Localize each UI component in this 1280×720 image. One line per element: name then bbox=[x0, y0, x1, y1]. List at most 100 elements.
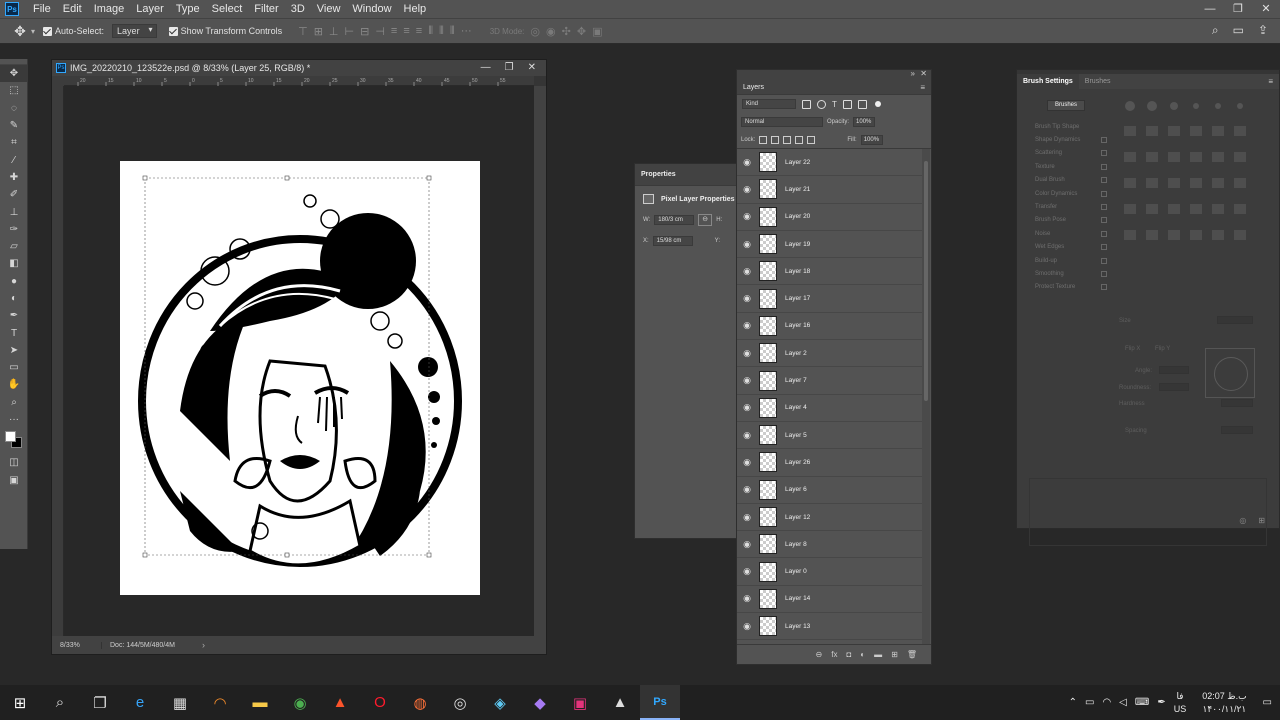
document-titlebar[interactable]: Ps IMG_20220210_123522e.psd @ 8/33% (Lay… bbox=[52, 60, 546, 76]
align-bottom-icon[interactable]: ⊥ bbox=[329, 25, 339, 38]
file-explorer-icon[interactable]: ▬ bbox=[240, 685, 280, 720]
horizontal-ruler[interactable]: 20 15 10 5 0 5 10 15 20 25 30 35 40 45 5… bbox=[64, 76, 534, 86]
photoshop-icon[interactable]: Ps bbox=[640, 685, 680, 720]
spacing-field[interactable] bbox=[1221, 426, 1253, 434]
layer-name[interactable]: Layer 8 bbox=[785, 541, 807, 548]
layer-row[interactable]: ◉ Layer 4 bbox=[737, 395, 923, 422]
layer-row[interactable]: ◉ Layer 18 bbox=[737, 258, 923, 286]
filter-smart-object-icon[interactable] bbox=[857, 99, 867, 109]
scale-icon[interactable]: ▣ bbox=[592, 25, 602, 38]
distribute-left-icon[interactable]: ⦀ bbox=[428, 25, 433, 38]
new-layer-icon[interactable]: ⊞ bbox=[891, 650, 898, 659]
layer-name[interactable]: Layer 4 bbox=[785, 404, 807, 411]
share-icon[interactable]: ⇪ bbox=[1258, 23, 1268, 38]
layer-row[interactable]: ◉ Layer 12 bbox=[737, 504, 923, 532]
orbit-icon[interactable]: ◎ bbox=[530, 25, 540, 38]
opera-icon[interactable]: O bbox=[360, 685, 400, 720]
distribute-hcenter-icon[interactable]: ⦀ bbox=[439, 25, 444, 38]
type-icon[interactable]: T bbox=[0, 324, 28, 341]
eye-icon[interactable]: ◉ bbox=[737, 320, 757, 331]
menu-edit[interactable]: Edit bbox=[57, 0, 88, 18]
crop-icon[interactable]: ⌗ bbox=[0, 134, 28, 151]
eye-icon[interactable]: ◉ bbox=[737, 211, 757, 222]
brush-tip-grid[interactable] bbox=[1121, 98, 1251, 258]
layer-row[interactable]: ◉ Layer 2 bbox=[737, 340, 923, 368]
move-tool-icon[interactable]: ✥ bbox=[12, 23, 28, 39]
fill-field[interactable]: 100% bbox=[860, 134, 883, 145]
clock[interactable]: 02:07 ب.ظ ۱۴۰۰/۱۱/۲۱ bbox=[1202, 690, 1246, 716]
brush-icon[interactable]: ✐ bbox=[0, 186, 28, 203]
eyedropper-icon[interactable]: ⁄ bbox=[0, 151, 28, 168]
foreground-color-swatch[interactable] bbox=[5, 431, 16, 443]
layer-row[interactable]: ◉ Layer 17 bbox=[737, 285, 923, 313]
healing-icon[interactable]: ✚ bbox=[0, 169, 28, 186]
distribute-vcenter-icon[interactable]: ≡ bbox=[403, 25, 409, 38]
toggle-preview-icon[interactable]: ◎ bbox=[1239, 516, 1246, 525]
mask-icon[interactable]: ◘ bbox=[846, 650, 851, 659]
chevron-up-icon[interactable]: ⌃ bbox=[1069, 697, 1077, 708]
brush-option[interactable]: Noise bbox=[1025, 227, 1111, 240]
hand-icon[interactable]: ✋ bbox=[0, 376, 28, 393]
zoom-icon[interactable]: ⌕ bbox=[0, 394, 28, 411]
history-brush-icon[interactable]: ✑ bbox=[0, 221, 28, 238]
align-right-icon[interactable]: ⊣ bbox=[375, 25, 385, 38]
layer-name[interactable]: Layer 0 bbox=[785, 568, 807, 575]
edge-icon[interactable]: e bbox=[120, 685, 160, 720]
notification-icon[interactable]: ▭ bbox=[1263, 697, 1272, 708]
flip-x-label[interactable]: Flip X bbox=[1125, 346, 1140, 352]
visual-studio-icon[interactable]: ◆ bbox=[520, 685, 560, 720]
brush-panel-menu-icon[interactable]: ≡ bbox=[1268, 77, 1273, 86]
more-options-icon[interactable]: ··· bbox=[461, 25, 472, 38]
layer-row[interactable]: ◉ Layer 14 bbox=[737, 586, 923, 614]
menu-layer[interactable]: Layer bbox=[130, 0, 170, 18]
layer-row[interactable]: ◉ Layer 20 bbox=[737, 204, 923, 231]
doc-minimize-button[interactable]: — bbox=[481, 60, 491, 76]
chrome-icon[interactable]: ◉ bbox=[280, 685, 320, 720]
brush-option[interactable]: Texture bbox=[1025, 160, 1111, 173]
layer-name[interactable]: Layer 6 bbox=[785, 486, 807, 493]
eye-icon[interactable]: ◉ bbox=[737, 430, 757, 441]
layer-row[interactable]: ◉ Layer 13 bbox=[737, 613, 923, 641]
eraser-icon[interactable]: ▱ bbox=[0, 238, 28, 255]
link-layers-icon[interactable]: ⊖ bbox=[816, 650, 823, 659]
calculator-icon[interactable]: ▦ bbox=[160, 685, 200, 720]
blend-mode-dropdown[interactable]: Normal bbox=[741, 117, 823, 127]
eye-icon[interactable]: ◉ bbox=[737, 539, 757, 550]
workspace-icon[interactable]: ▭ bbox=[1233, 23, 1244, 38]
vertical-scrollbar[interactable] bbox=[534, 86, 546, 636]
quick-select-icon[interactable]: ✎ bbox=[0, 117, 28, 134]
search-icon[interactable]: ⌕ bbox=[40, 685, 80, 720]
layers-scrollbar[interactable] bbox=[922, 149, 930, 646]
brush-option[interactable]: Transfer bbox=[1025, 200, 1111, 213]
menu-window[interactable]: Window bbox=[346, 0, 397, 18]
roundness-field[interactable] bbox=[1159, 383, 1189, 391]
menu-select[interactable]: Select bbox=[206, 0, 249, 18]
distribute-top-icon[interactable]: ≡ bbox=[391, 25, 397, 38]
blur-icon[interactable]: ● bbox=[0, 273, 28, 290]
lasso-icon[interactable]: ◌ bbox=[0, 100, 28, 117]
move-icon[interactable]: ✥ bbox=[0, 65, 28, 83]
zoom-level[interactable]: 8/33% bbox=[52, 641, 102, 649]
lock-all-icon[interactable] bbox=[807, 135, 816, 144]
language-indicator[interactable]: فا US bbox=[1174, 690, 1187, 716]
brushes-button[interactable]: Brushes bbox=[1047, 100, 1085, 111]
layer-name[interactable]: Layer 7 bbox=[785, 377, 807, 384]
layer-name[interactable]: Layer 21 bbox=[785, 186, 810, 193]
path-select-icon[interactable]: ➤ bbox=[0, 342, 28, 359]
brush-option[interactable]: Protect Texture bbox=[1025, 281, 1111, 294]
slide-icon[interactable]: ✥ bbox=[577, 25, 586, 38]
x-field[interactable]: 15/98 cm bbox=[652, 236, 693, 246]
lock-transparent-icon[interactable] bbox=[759, 135, 768, 144]
app-icon[interactable]: ◠ bbox=[200, 685, 240, 720]
layer-name[interactable]: Layer 22 bbox=[785, 159, 810, 166]
hardness-field[interactable] bbox=[1221, 399, 1253, 407]
filter-adjustment-icon[interactable] bbox=[817, 99, 826, 109]
eye-icon[interactable]: ◉ bbox=[737, 402, 757, 413]
align-hcenter-icon[interactable]: ⊟ bbox=[360, 25, 369, 38]
keyboard-icon[interactable]: ⌨ bbox=[1135, 697, 1149, 708]
eye-icon[interactable]: ◉ bbox=[737, 348, 757, 359]
status-menu-arrow[interactable]: › bbox=[202, 640, 205, 650]
search-icon[interactable]: ⌕ bbox=[1212, 23, 1219, 38]
battery-icon[interactable]: ▭ bbox=[1085, 697, 1094, 708]
lock-position-icon[interactable] bbox=[783, 135, 792, 144]
